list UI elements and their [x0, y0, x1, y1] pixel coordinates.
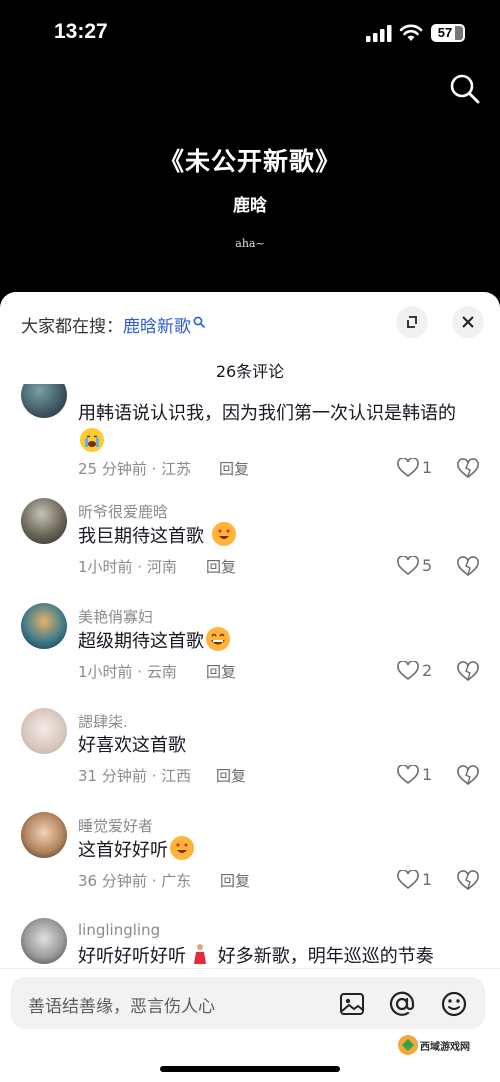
reply-button[interactable]: 回复: [219, 458, 249, 479]
like-button[interactable]: 1: [397, 458, 441, 480]
close-icon: [462, 316, 474, 328]
comment-meta: 36 分钟前 · 广东: [78, 872, 192, 890]
comment-text: 超级期待这首歌: [78, 627, 478, 656]
comment-meta: 31 分钟前 · 江西: [78, 767, 192, 785]
dislike-icon[interactable]: [457, 870, 479, 892]
search-icon[interactable]: [448, 72, 482, 106]
comment-text: 好听好听好听 好多新歌，明年巡巡的节奏: [78, 942, 478, 968]
battery-icon: 57: [431, 24, 465, 42]
like-count: 1: [422, 870, 433, 889]
close-button[interactable]: [452, 306, 484, 338]
like-count: 5: [422, 556, 433, 575]
dancer-emoji: [188, 942, 212, 966]
watermark: 西域游戏网: [397, 1022, 497, 1072]
reply-button[interactable]: 回复: [206, 556, 236, 577]
like-count: 1: [422, 458, 433, 477]
heart-icon: [397, 556, 419, 576]
image-icon[interactable]: [338, 990, 366, 1018]
avatar[interactable]: [21, 918, 67, 964]
comment-text: 用韩语说认识我，因为我们第一次认识是韩语的: [78, 400, 478, 457]
like-button[interactable]: 1: [397, 765, 441, 787]
dislike-icon[interactable]: [457, 556, 479, 578]
like-button[interactable]: 1: [397, 870, 441, 892]
comments-sheet: 大家都在搜：鹿晗新歌 26条评论 用韩语说认识我，因为我们第一次认识是韩语的 2…: [0, 292, 500, 1082]
comment-text: 好喜欢这首歌: [78, 735, 186, 756]
heart-icon: [397, 765, 419, 785]
comment-username[interactable]: 美艳俏寡妇: [78, 606, 153, 627]
dislike-icon[interactable]: [457, 661, 479, 683]
status-bar: 13:27 57: [0, 0, 500, 66]
home-indicator: [160, 1066, 340, 1072]
hot-search-bar[interactable]: 大家都在搜：鹿晗新歌: [21, 312, 205, 337]
comment-text: 这首好好听: [78, 836, 478, 865]
avatar[interactable]: [21, 708, 67, 754]
heart-eyes-emoji: [170, 836, 194, 860]
like-button[interactable]: 5: [397, 556, 441, 578]
comment-username[interactable]: linglingling: [78, 921, 160, 939]
avatar[interactable]: [21, 384, 67, 418]
reply-button[interactable]: 回复: [206, 661, 236, 682]
emoji-icon[interactable]: [440, 990, 468, 1018]
like-count: 1: [422, 765, 433, 784]
comment-meta: 1小时前 · 河南: [78, 558, 177, 576]
avatar[interactable]: [21, 603, 67, 649]
song-artist: 鹿晗: [233, 196, 267, 216]
mention-icon[interactable]: [388, 990, 416, 1018]
comment-meta: 25 分钟前 · 江苏: [78, 460, 192, 478]
heart-icon: [397, 870, 419, 890]
hot-search-keyword[interactable]: 鹿晗新歌: [123, 317, 191, 337]
reply-button[interactable]: 回复: [216, 765, 246, 786]
wifi-icon: [399, 24, 423, 41]
heart-eyes-emoji: [211, 522, 236, 546]
comment-count: 26条评论: [215, 362, 285, 381]
search-small-icon: [193, 316, 205, 328]
comment-meta: 1小时前 · 云南: [78, 663, 177, 681]
like-count: 2: [422, 661, 433, 680]
hot-search-label: 大家都在搜：: [21, 317, 123, 337]
like-button[interactable]: 2: [397, 661, 441, 683]
dislike-icon[interactable]: [457, 765, 479, 787]
grinning-emoji: [206, 627, 230, 651]
comment-input-placeholder: 善语结善缘，恶言伤人心: [28, 997, 215, 1017]
song-subtitle: aha~: [235, 237, 265, 250]
loudly-crying-emoji: [80, 428, 104, 452]
watermark-text: 西域游戏网: [420, 1042, 470, 1053]
dislike-icon[interactable]: [457, 458, 479, 480]
comment-username[interactable]: 昕爷很爱鹿晗: [78, 501, 168, 522]
reply-button[interactable]: 回复: [220, 870, 250, 891]
status-time: 13:27: [54, 20, 108, 43]
expand-button[interactable]: [396, 306, 428, 338]
watermark-logo-icon: [398, 1035, 418, 1055]
avatar[interactable]: [21, 812, 67, 858]
song-title: 《未公开新歌》: [158, 147, 341, 176]
comment-text: 我巨期待这首歌: [78, 522, 478, 551]
avatar[interactable]: [21, 498, 67, 544]
comment-username[interactable]: 諰肆柒.: [78, 711, 128, 732]
heart-icon: [397, 458, 419, 478]
signal-icon: [366, 25, 392, 42]
comment-list[interactable]: 用韩语说认识我，因为我们第一次认识是韩语的 25 分钟前 · 江苏 回复 1 昕…: [0, 384, 500, 968]
comment-username[interactable]: 睡觉爱好者: [78, 815, 153, 836]
heart-icon: [397, 661, 419, 681]
expand-icon: [407, 316, 417, 328]
